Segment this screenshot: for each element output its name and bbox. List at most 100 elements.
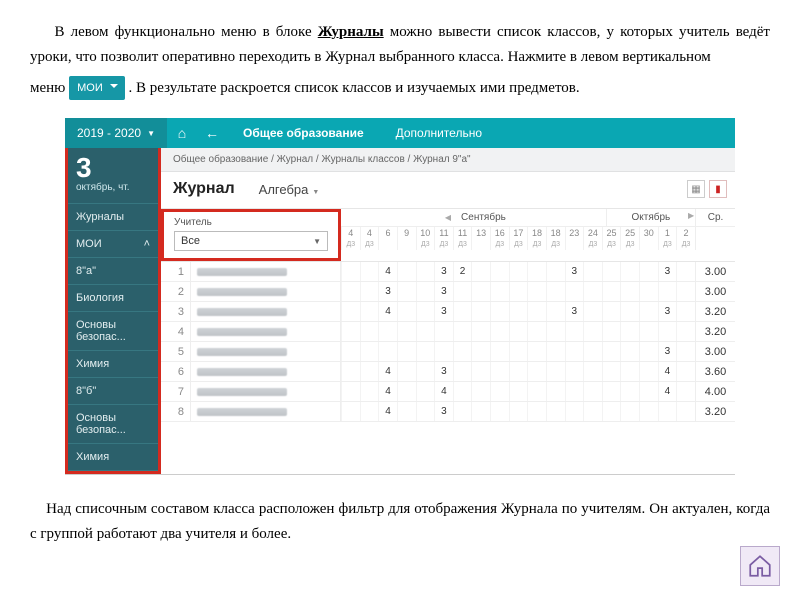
- grade-cell[interactable]: [620, 262, 639, 281]
- grade-cell[interactable]: [341, 262, 360, 281]
- grade-cell[interactable]: 2: [453, 262, 472, 281]
- home-icon[interactable]: ⌂: [167, 125, 197, 141]
- grade-cell[interactable]: [676, 322, 695, 341]
- grade-cell[interactable]: [527, 402, 546, 421]
- grade-cell[interactable]: [416, 362, 435, 381]
- grade-cell[interactable]: [490, 282, 509, 301]
- grade-cell[interactable]: [490, 322, 509, 341]
- grade-cell[interactable]: [509, 262, 528, 281]
- grade-cell[interactable]: [453, 302, 472, 321]
- grade-cell[interactable]: [639, 282, 658, 301]
- grade-cell[interactable]: [509, 342, 528, 361]
- grade-cell[interactable]: [565, 362, 584, 381]
- grade-cell[interactable]: 3: [658, 342, 677, 361]
- grade-cell[interactable]: [620, 322, 639, 341]
- sidebar-item-8a[interactable]: 8"а": [68, 258, 158, 285]
- grade-cell[interactable]: [397, 302, 416, 321]
- grade-cell[interactable]: [639, 362, 658, 381]
- grade-cell[interactable]: 3: [658, 262, 677, 281]
- grade-cell[interactable]: [620, 402, 639, 421]
- grade-cell[interactable]: [416, 342, 435, 361]
- grade-cell[interactable]: [397, 382, 416, 401]
- grade-cell[interactable]: [676, 302, 695, 321]
- sidebar-item-chem-2[interactable]: Химия: [68, 444, 158, 471]
- grade-cell[interactable]: [453, 382, 472, 401]
- grade-cell[interactable]: [639, 342, 658, 361]
- grade-cell[interactable]: [565, 342, 584, 361]
- grade-cell[interactable]: [546, 362, 565, 381]
- tab-additional[interactable]: Дополнительно: [380, 118, 498, 148]
- grade-cell[interactable]: [602, 322, 621, 341]
- grade-cell[interactable]: [620, 362, 639, 381]
- grade-cell[interactable]: [397, 402, 416, 421]
- grade-cell[interactable]: [341, 402, 360, 421]
- grade-cell[interactable]: [416, 282, 435, 301]
- grade-cell[interactable]: [546, 302, 565, 321]
- grade-cell[interactable]: [602, 402, 621, 421]
- grade-cell[interactable]: [490, 382, 509, 401]
- grade-cell[interactable]: 3: [434, 302, 453, 321]
- grade-cell[interactable]: 4: [658, 382, 677, 401]
- grade-cell[interactable]: [397, 342, 416, 361]
- grade-cell[interactable]: [639, 322, 658, 341]
- grade-cell[interactable]: [360, 282, 379, 301]
- grade-cell[interactable]: [471, 402, 490, 421]
- grade-cell[interactable]: [360, 342, 379, 361]
- grade-cell[interactable]: [509, 402, 528, 421]
- grade-cell[interactable]: 4: [378, 302, 397, 321]
- grade-cell[interactable]: [676, 342, 695, 361]
- grade-cell[interactable]: [658, 402, 677, 421]
- grade-cell[interactable]: [416, 262, 435, 281]
- grade-cell[interactable]: [639, 302, 658, 321]
- grade-cell[interactable]: [583, 262, 602, 281]
- sidebar-item-safety-2[interactable]: Основы безопас...: [68, 405, 158, 444]
- grade-cell[interactable]: [546, 322, 565, 341]
- grade-cell[interactable]: [397, 362, 416, 381]
- grade-cell[interactable]: [471, 382, 490, 401]
- grade-cell[interactable]: [676, 362, 695, 381]
- grade-cell[interactable]: 4: [378, 402, 397, 421]
- grade-cell[interactable]: [360, 402, 379, 421]
- grade-cell[interactable]: [341, 282, 360, 301]
- grade-cell[interactable]: [546, 282, 565, 301]
- grade-cell[interactable]: [658, 282, 677, 301]
- grid-icon[interactable]: ▦: [687, 180, 705, 198]
- subject-selector[interactable]: Алгебра: [259, 182, 320, 197]
- grade-cell[interactable]: [416, 402, 435, 421]
- grade-cell[interactable]: [583, 402, 602, 421]
- grade-cell[interactable]: [360, 302, 379, 321]
- grade-cell[interactable]: [360, 322, 379, 341]
- grade-cell[interactable]: [471, 282, 490, 301]
- grade-cell[interactable]: [676, 402, 695, 421]
- tab-general-education[interactable]: Общее образование: [227, 118, 380, 148]
- grade-cell[interactable]: [453, 342, 472, 361]
- grade-cell[interactable]: [397, 282, 416, 301]
- grade-cell[interactable]: [676, 282, 695, 301]
- grade-cell[interactable]: [490, 342, 509, 361]
- grade-cell[interactable]: [416, 382, 435, 401]
- grade-cell[interactable]: [434, 342, 453, 361]
- grade-cell[interactable]: 3: [434, 362, 453, 381]
- grade-cell[interactable]: 4: [658, 362, 677, 381]
- grade-cell[interactable]: [453, 402, 472, 421]
- sidebar-item-biology[interactable]: Биология: [68, 285, 158, 312]
- grade-cell[interactable]: [416, 322, 435, 341]
- grade-cell[interactable]: 3: [434, 402, 453, 421]
- grade-cell[interactable]: [639, 262, 658, 281]
- grade-cell[interactable]: 3: [378, 282, 397, 301]
- grade-cell[interactable]: [676, 262, 695, 281]
- moi-dropdown-button[interactable]: МОИ: [69, 76, 125, 100]
- grade-cell[interactable]: 4: [378, 262, 397, 281]
- grade-cell[interactable]: [583, 362, 602, 381]
- grade-cell[interactable]: [509, 302, 528, 321]
- grade-cell[interactable]: [434, 322, 453, 341]
- grade-cell[interactable]: [546, 342, 565, 361]
- grade-cell[interactable]: [490, 302, 509, 321]
- grade-cell[interactable]: [602, 282, 621, 301]
- grade-cell[interactable]: [341, 362, 360, 381]
- grade-cell[interactable]: [565, 402, 584, 421]
- grade-cell[interactable]: [490, 362, 509, 381]
- grade-cell[interactable]: [602, 302, 621, 321]
- sidebar-item-safety-1[interactable]: Основы безопас...: [68, 312, 158, 351]
- sidebar-item-moi[interactable]: МОИ˄: [68, 231, 158, 258]
